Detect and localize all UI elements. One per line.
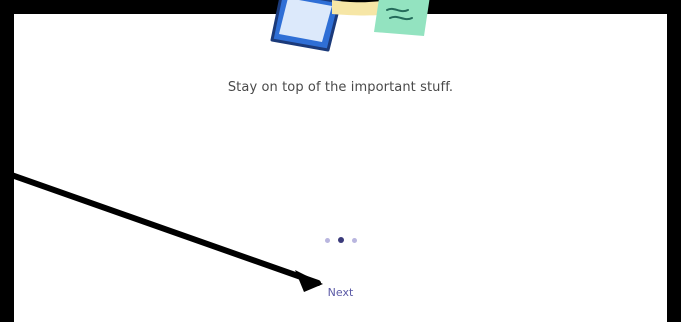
onboarding-screen: Stay on top of the important stuff. Next <box>0 0 681 322</box>
onboarding-tagline: Stay on top of the important stuff. <box>227 80 454 95</box>
tablet-illustration <box>270 0 342 52</box>
frame-border-right <box>667 0 681 322</box>
next-button[interactable]: Next <box>324 284 358 301</box>
sticky-note-illustration <box>374 0 430 36</box>
page-dot-2-active <box>337 237 344 243</box>
notes-illustration <box>270 0 430 52</box>
page-dot-1 <box>324 237 330 243</box>
page-dot-3 <box>351 237 357 243</box>
page-indicator <box>324 237 357 243</box>
onboarding-content: Stay on top of the important stuff. Next <box>14 0 667 322</box>
frame-border-left <box>0 0 14 322</box>
